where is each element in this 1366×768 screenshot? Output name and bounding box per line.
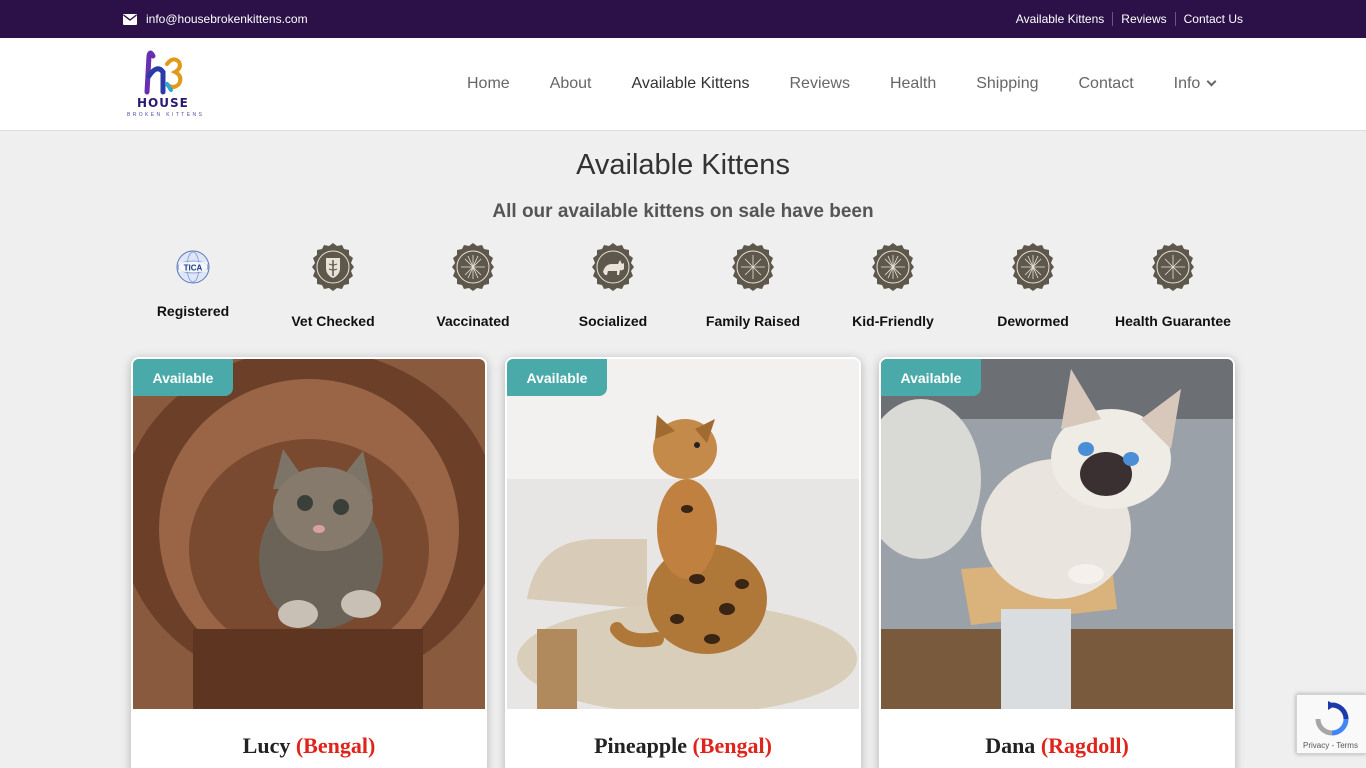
badge-dewormed: Dewormed [963,242,1103,329]
badge-label: Health Guarantee [1115,313,1231,329]
kitten-photo[interactable] [507,359,859,709]
status-badge: Available [507,359,607,396]
nav-info-label: Info [1173,75,1201,92]
email-link[interactable]: info@housebrokenkittens.com [123,12,308,26]
page-subtitle: All our available kittens on sale have b… [492,201,874,222]
sunburst-seal-icon [732,243,774,291]
logo-sub-text: BROKEN KITTENS [127,112,205,118]
kitten-photo[interactable] [881,359,1233,709]
recaptcha-badge[interactable]: Privacy - Terms [1296,694,1366,754]
badge-label: Vaccinated [436,313,510,329]
kitten-name-text: Pineapple [594,733,687,758]
caduceus-shield-icon [312,243,354,291]
main-nav: Home About Available Kittens Reviews Hea… [467,75,1217,93]
badge-health-guarantee: Health Guarantee [1103,242,1243,329]
badge-label: Vet Checked [291,313,375,329]
nav-about[interactable]: About [550,75,592,93]
kitten-breed: (Ragdoll) [1040,733,1129,758]
badge-vaccinated: Vaccinated [403,242,543,329]
status-badge: Available [881,359,981,396]
kitten-card-dana[interactable]: Available Dana (Ragdoll) [879,357,1235,768]
top-bar: info@housebrokenkittens.com Available Ki… [0,0,1366,38]
nav-home[interactable]: Home [467,75,510,93]
top-link-reviews[interactable]: Reviews [1112,12,1174,26]
sunburst-seal-icon [1152,243,1194,291]
top-link-contact-us[interactable]: Contact Us [1174,12,1243,26]
logo-mark-icon [144,50,183,95]
kitten-name[interactable]: Pineapple (Bengal) [507,733,859,759]
status-badge: Available [133,359,233,396]
badge-label: Kid-Friendly [852,313,934,329]
chevron-down-icon [1206,76,1217,86]
badge-socialized: Socialized [543,242,683,329]
badge-label: Family Raised [705,313,801,329]
kitten-card-pineapple[interactable]: Available Pineapple (Bengal) [505,357,861,768]
tica-logo-icon: TICA [176,250,210,284]
sunburst-seal-icon [1012,243,1054,291]
kitten-name-text: Lucy [242,733,291,758]
nav-info[interactable]: Info [1173,75,1217,93]
cat-seal-icon [592,243,634,291]
badge-label: Dewormed [997,313,1069,329]
nav-available-kittens[interactable]: Available Kittens [632,75,750,93]
nav-health[interactable]: Health [890,75,936,93]
kitten-photo[interactable] [133,359,485,709]
kitten-name[interactable]: Lucy (Bengal) [133,733,485,759]
page-title: Available Kittens [576,149,790,181]
logo-brand-text: HOUSE [137,96,189,110]
kitten-breed: (Bengal) [295,733,376,758]
site-logo[interactable]: HOUSE BROKEN KITTENS [127,50,215,120]
recaptcha-icon [1315,701,1349,736]
badge-vet-checked: Vet Checked [263,242,403,329]
kitten-name-text: Dana [985,733,1036,758]
badge-family-raised: Family Raised [683,242,823,329]
top-link-available-kittens[interactable]: Available Kittens [1008,12,1113,26]
badge-label: Socialized [578,313,648,329]
sunburst-seal-icon [452,243,494,291]
site-header: HOUSE BROKEN KITTENS Home About Availabl… [0,38,1366,131]
svg-text:TICA: TICA [184,264,203,273]
kitten-name[interactable]: Dana (Ragdoll) [881,733,1233,759]
nav-shipping[interactable]: Shipping [976,75,1038,93]
envelope-icon [123,13,137,25]
kitten-card-lucy[interactable]: Available Lucy (Bengal) [131,357,487,768]
kitten-breed: (Bengal) [692,733,772,758]
sunburst-seal-icon [872,243,914,291]
badge-label: Registered [156,303,230,319]
top-links: Available Kittens Reviews Contact Us [1008,12,1243,26]
email-text: info@housebrokenkittens.com [146,12,308,26]
badge-registered: TICA Registered [123,242,263,319]
badge-kid-friendly: Kid-Friendly [823,242,963,329]
nav-contact[interactable]: Contact [1079,75,1134,93]
nav-reviews[interactable]: Reviews [790,75,850,93]
recaptcha-terms-link[interactable]: Privacy - Terms [1303,741,1358,750]
